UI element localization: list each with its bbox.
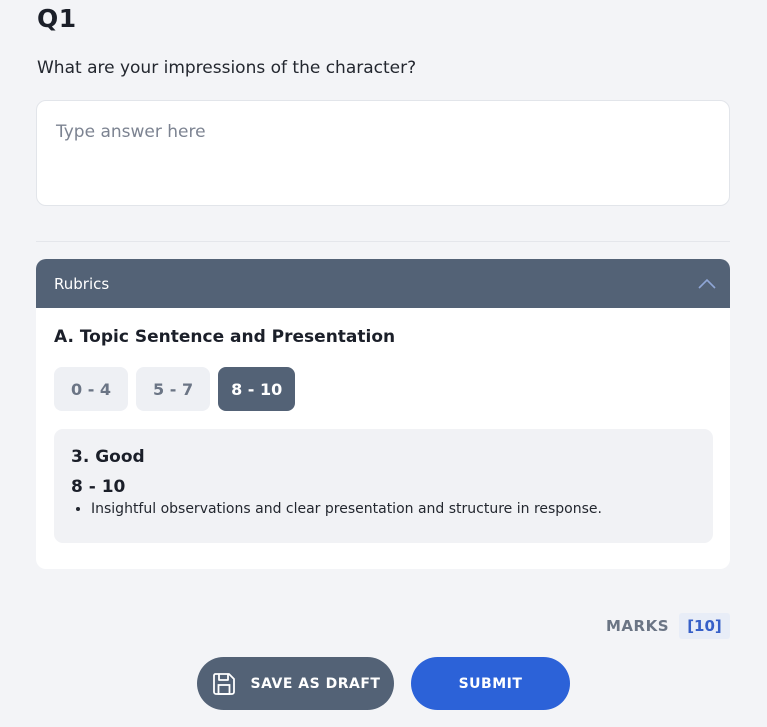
score-range-group: 0 - 4 5 - 7 8 - 10	[54, 367, 296, 411]
level-descriptor-list: Insightful observations and clear presen…	[71, 501, 696, 517]
answer-input[interactable]	[36, 100, 730, 206]
save-as-draft-button[interactable]: SAVE AS DRAFT	[197, 657, 394, 710]
criterion-title: A. Topic Sentence and Presentation	[54, 327, 396, 347]
floppy-disk-icon	[211, 671, 237, 697]
score-range-button-0-4[interactable]: 0 - 4	[54, 367, 129, 411]
marks-value: [10]	[679, 613, 730, 639]
question-number: Q1	[37, 4, 77, 33]
save-as-draft-label: SAVE AS DRAFT	[250, 675, 381, 692]
rubrics-header[interactable]: Rubrics	[36, 259, 730, 308]
submit-label: SUBMIT	[458, 675, 523, 692]
level-description: 3. Good 8 - 10 Insightful observations a…	[54, 429, 713, 543]
question-text: What are your impressions of the charact…	[37, 58, 417, 78]
score-range-button-8-10[interactable]: 8 - 10	[218, 367, 296, 411]
section-divider	[36, 241, 730, 242]
score-range-button-5-7[interactable]: 5 - 7	[136, 367, 211, 411]
level-name: 3. Good	[71, 447, 145, 467]
rubrics-panel: Rubrics A. Topic Sentence and Presentati…	[36, 259, 730, 569]
submit-button[interactable]: SUBMIT	[411, 657, 570, 710]
rubrics-header-title: Rubrics	[54, 274, 110, 293]
level-descriptor: Insightful observations and clear presen…	[91, 501, 696, 517]
chevron-up-icon[interactable]	[696, 273, 718, 295]
level-range: 8 - 10	[71, 477, 126, 497]
marks-label: MARKS	[606, 617, 670, 635]
question-page: Q1 What are your impressions of the char…	[0, 0, 767, 727]
